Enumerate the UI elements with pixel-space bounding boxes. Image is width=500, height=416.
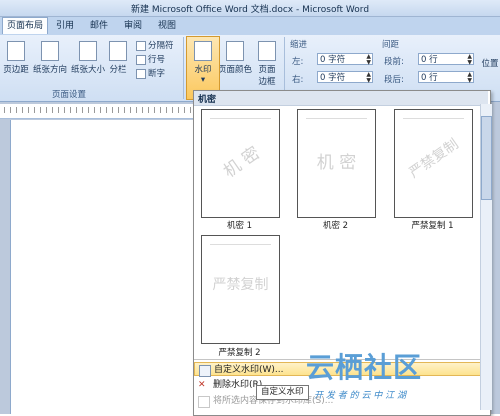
indent-left-input[interactable]: 0 字符 ▲ ▼ <box>317 53 373 66</box>
orientation-icon <box>41 41 59 61</box>
watermark-thumb-1[interactable]: 机 密 <box>201 109 280 218</box>
tooltip: 自定义水印 <box>256 385 309 400</box>
thumb-watermark-text: 机 密 <box>220 143 264 183</box>
indent-left-label: 左: <box>292 57 304 67</box>
watermark-thumb-1-label: 机密 1 <box>226 221 253 231</box>
page-setup-group-label: 页面设置 <box>52 90 87 100</box>
columns-button[interactable]: 分栏 <box>108 41 128 75</box>
hyphenation-icon <box>136 68 146 79</box>
indent-right-label: 右: <box>292 75 304 85</box>
thumb-watermark-text: 严禁复制 <box>212 277 269 293</box>
indent-right-value: 0 字符 <box>320 73 346 83</box>
page-color-icon <box>226 41 244 61</box>
spacing-label: 间距 <box>382 40 400 50</box>
position-button[interactable]: 位置 <box>480 57 500 69</box>
breaks-label: 分隔符 <box>148 41 174 51</box>
columns-icon <box>109 41 127 61</box>
breaks-icon <box>136 40 146 51</box>
columns-label: 分栏 <box>109 65 127 75</box>
watermark-icon <box>194 41 212 61</box>
thumb-header-line <box>210 118 271 119</box>
line-numbers-label: 行号 <box>148 55 166 65</box>
spacing-after-label: 段后: <box>384 75 404 85</box>
size-icon <box>79 41 97 61</box>
indent-left-value: 0 字符 <box>320 55 346 65</box>
indent-label: 缩进 <box>290 40 308 50</box>
thumb-header-line <box>210 244 271 245</box>
window-title: 新建 Microsoft Office Word 文档.docx - Micro… <box>130 5 370 15</box>
hyphenation-button[interactable]: 断字 <box>136 67 165 79</box>
line-numbers-icon <box>136 54 146 65</box>
size-label: 纸张大小 <box>70 65 105 75</box>
size-button[interactable]: 纸张大小 <box>70 41 106 75</box>
orientation-label: 纸张方向 <box>32 65 67 75</box>
tab-review[interactable]: 审阅 <box>120 18 146 34</box>
thumb-header-line <box>403 118 464 119</box>
site-watermark-title: 云栖社区 <box>306 351 423 384</box>
breaks-button[interactable]: 分隔符 <box>136 39 174 51</box>
custom-watermark-label: 自定义水印(W)... <box>214 365 284 375</box>
watermark-thumb-2-label: 机密 2 <box>322 221 349 231</box>
page-borders-label-2: 边框 <box>258 77 276 87</box>
watermark-thumb-3[interactable]: 严禁复制 <box>394 109 473 218</box>
save-icon <box>198 396 210 408</box>
margins-icon <box>7 41 25 61</box>
spacing-after-input[interactable]: 0 行 ▲ ▼ <box>418 71 474 84</box>
orientation-button[interactable]: 纸张方向 <box>32 41 68 75</box>
document-page[interactable] <box>10 120 197 414</box>
watermark-thumb-3-label: 严禁复制 1 <box>411 221 454 231</box>
group-separator <box>183 37 184 99</box>
margins-label: 页边距 <box>3 65 29 75</box>
page-borders-label-1: 页面 <box>258 65 276 75</box>
hyphenation-label: 断字 <box>148 69 166 79</box>
spacing-before-label: 段前: <box>384 57 404 67</box>
page-borders-button[interactable]: 页面 边框 <box>254 41 280 87</box>
indent-right-input[interactable]: 0 字符 ▲ ▼ <box>317 71 373 84</box>
scrollbar-thumb[interactable] <box>481 116 492 200</box>
remove-icon: ✕ <box>198 380 206 390</box>
page-borders-icon <box>258 41 276 61</box>
thumb-watermark-text: 严禁复制 <box>406 136 462 182</box>
spinner-icon[interactable]: ▲ ▼ <box>467 72 472 84</box>
gallery-section-header: 机密 <box>194 91 488 106</box>
spacing-after-value: 0 行 <box>421 73 438 83</box>
ruler-ticks <box>4 107 194 113</box>
ribbon-tabs: 页面布局 引用 邮件 审阅 视图 <box>0 17 500 36</box>
watermark-thumb-2[interactable]: 机 密 <box>297 109 376 218</box>
tab-mailings[interactable]: 邮件 <box>86 18 112 34</box>
ruler <box>0 104 196 119</box>
tab-references[interactable]: 引用 <box>52 18 78 34</box>
section-title: 机密 <box>198 95 217 105</box>
page-color-label: 页面颜色 <box>218 65 253 75</box>
position-label: 位置 <box>481 59 499 69</box>
watermark-thumb-4-label: 严禁复制 2 <box>218 348 261 358</box>
spinner-icon[interactable]: ▲ ▼ <box>366 54 371 66</box>
thumb-header-line <box>306 118 367 119</box>
tab-view[interactable]: 视图 <box>154 18 180 34</box>
spinner-icon[interactable]: ▲ ▼ <box>366 72 371 84</box>
spacing-before-value: 0 行 <box>421 55 438 65</box>
spinner-icon[interactable]: ▲ ▼ <box>467 54 472 66</box>
watermark-icon <box>199 365 211 377</box>
site-watermark-subtitle: 开 发 者 的 云 中 江 湖 <box>314 391 407 401</box>
watermark-thumb-4[interactable]: 严禁复制 <box>201 235 280 344</box>
line-numbers-button[interactable]: 行号 <box>136 53 165 65</box>
thumb-watermark-text: 机 密 <box>316 153 357 173</box>
spacing-before-input[interactable]: 0 行 ▲ ▼ <box>418 53 474 66</box>
chevron-down-icon: ▾ <box>200 75 206 85</box>
remove-watermark-label: 删除水印(R) <box>213 380 263 390</box>
page-color-button[interactable]: 页面颜色 <box>218 41 252 75</box>
margins-button[interactable]: 页边距 <box>2 41 30 75</box>
title-bar: 新建 Microsoft Office Word 文档.docx - Micro… <box>0 0 500 17</box>
watermark-label: 水印 <box>194 65 212 75</box>
site-watermark-logo: 云栖社区 开 发 者 的 云 中 江 湖 <box>306 346 494 412</box>
tab-page-layout[interactable]: 页面布局 <box>2 17 49 34</box>
